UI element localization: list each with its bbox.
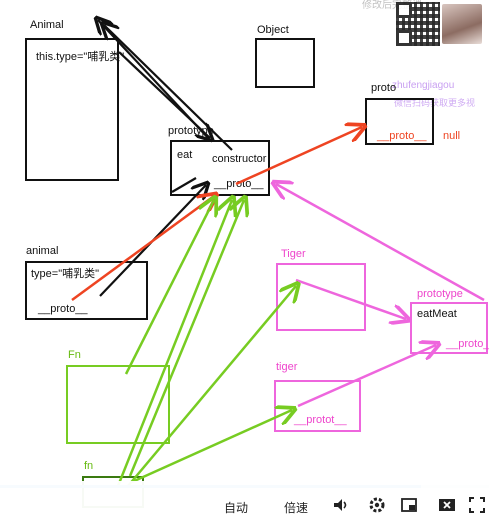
green-arrows: [116, 200, 296, 487]
close-fullscreen-icon[interactable]: [438, 496, 456, 514]
settings-icon[interactable]: [368, 496, 386, 514]
whiteboard-canvas: 修改后完整课 zhufengjiagou 微信扫码获取更多视 Animal th…: [0, 0, 489, 515]
arrow-fn-instance-to-prototype: [116, 200, 232, 487]
arrow-fn-instance-to-tiger: [127, 286, 296, 487]
speed-button[interactable]: 倍速: [284, 499, 308, 516]
arrow-prototype-to-proto-top: [235, 127, 362, 186]
arrow-fn-instance-to-tiger-instance: [131, 410, 292, 484]
arrow-constructor-to-animal: [104, 25, 233, 151]
fullscreen-icon[interactable]: [468, 496, 486, 514]
pink-arrows: [276, 184, 485, 408]
arrow-fn-to-prototype-2: [128, 200, 244, 477]
arrow-tiger-to-prototype-tiger: [295, 278, 406, 319]
volume-icon[interactable]: [332, 496, 350, 514]
arrow-prototype-eat: [171, 177, 197, 193]
arrow-fn-to-prototype-1: [124, 200, 214, 375]
arrow-animal-class-to-prototype: [118, 51, 210, 138]
picture-in-picture-icon[interactable]: [400, 496, 418, 514]
arrow-animal-to-prototype-red: [71, 196, 214, 302]
black-arrows: [98, 20, 233, 297]
arrow-prototype-tiger-to-prototype-animal: [276, 184, 485, 302]
red-arrows: [71, 127, 362, 302]
arrow-tiger-instance-to-prototype-tiger: [297, 345, 436, 408]
auto-quality-button[interactable]: 自动: [224, 499, 248, 516]
arrows-layer: [71, 0, 485, 487]
